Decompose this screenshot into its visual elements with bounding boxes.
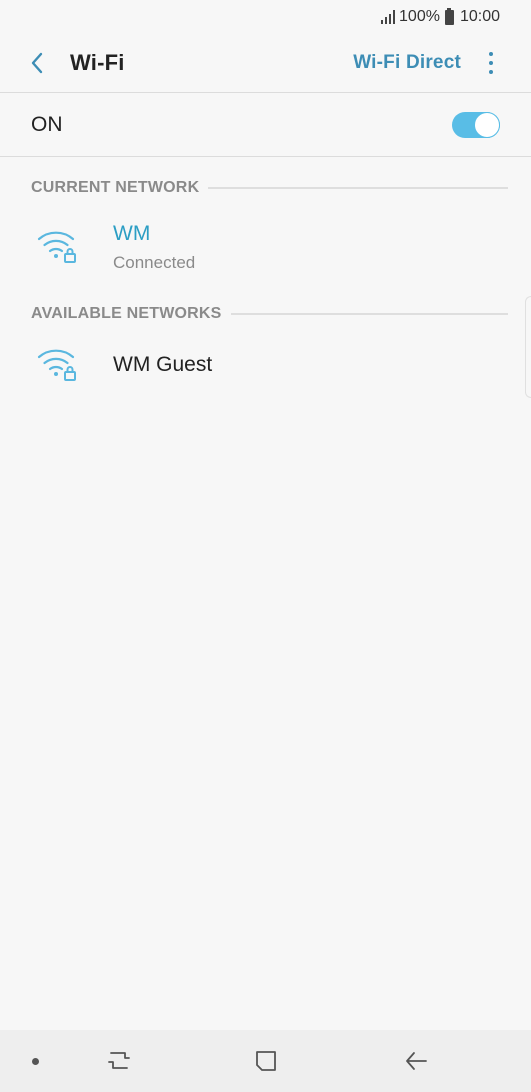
wifi-master-switch-row[interactable]: ON [0,93,531,156]
wifi-secured-icon [37,347,81,383]
arrow-back-icon [406,1052,427,1070]
wifi-secured-icon [37,229,81,265]
home-icon [256,1051,276,1071]
navigation-bar [0,1030,531,1092]
available-networks-header: AVAILABLE NETWORKS [31,302,508,326]
section-divider [208,187,508,189]
wifi-direct-button[interactable]: Wi-Fi Direct [353,52,461,74]
clock: 10:00 [459,8,500,25]
divider [0,156,531,157]
current-network-status: Connected [113,252,196,272]
home-button[interactable] [251,1046,281,1076]
battery-percent: 100% [399,8,440,25]
back-nav-button[interactable] [401,1046,431,1076]
section-title: AVAILABLE NETWORKS [31,305,222,322]
available-network-item[interactable]: WM Guest [0,345,531,385]
more-vert-icon [489,52,493,56]
recent-apps-icon [108,1052,130,1069]
section-title: CURRENT NETWORK [31,179,200,196]
toggle-knob [474,111,500,138]
available-network-name: WM Guest [113,353,213,376]
recent-apps-button[interactable] [104,1046,134,1076]
battery-icon [444,7,454,25]
chevron-left-icon [31,52,43,74]
current-network-name: WM [113,221,151,245]
back-button[interactable] [22,48,52,78]
edge-panel-handle[interactable] [525,296,531,398]
page-title: Wi-Fi [70,50,125,75]
wifi-settings-screen: 100% 10:00 Wi-Fi Wi-Fi Direct ON CURRENT… [0,0,531,1092]
keyboard-hide-dot-icon[interactable] [32,1058,39,1065]
wifi-toggle[interactable] [452,111,500,138]
app-bar: Wi-Fi Wi-Fi Direct [0,34,531,92]
switch-label: ON [31,112,63,136]
status-bar: 100% 10:00 [0,0,531,34]
signal-icon [381,10,396,24]
current-network-header: CURRENT NETWORK [31,176,508,200]
more-options-button[interactable] [481,48,501,78]
section-divider [230,313,508,315]
current-network-item[interactable]: WM Connected [0,216,531,278]
